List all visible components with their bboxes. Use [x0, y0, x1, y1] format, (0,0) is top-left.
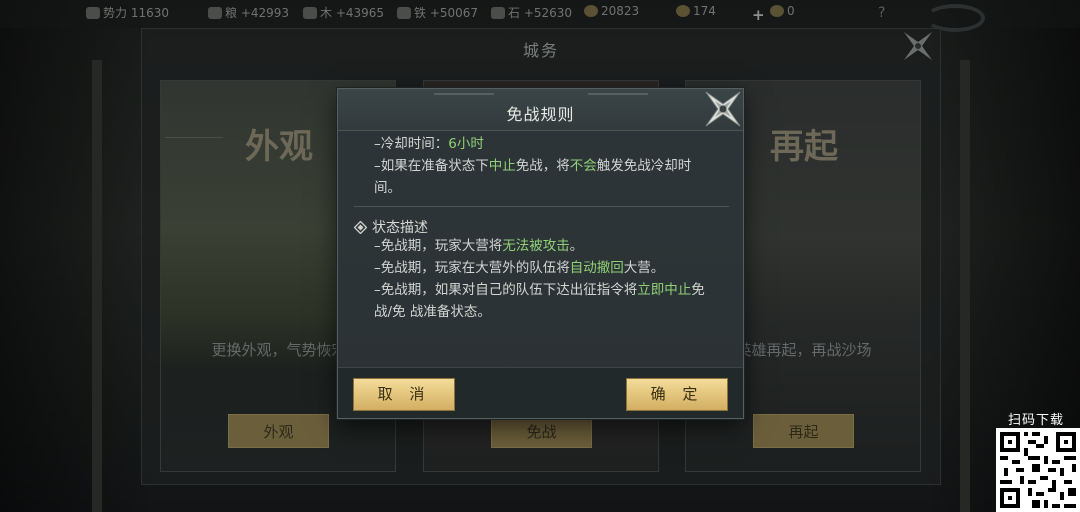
resource-iron-value: 铁 +50067 — [414, 6, 479, 20]
copper-stat[interactable]: 20823 — [584, 4, 639, 18]
rule-text: 触发免战冷却时 — [596, 158, 692, 174]
status-text: 大营。 — [623, 260, 665, 276]
rule-line: 间。 — [374, 177, 401, 199]
jade-stat[interactable]: 174 — [676, 4, 716, 18]
truce-rules-dialog: 免战规则 –冷却时间：6小时 –如果在准备状态下中止免战，将不会触发免战冷却时 … — [337, 88, 744, 419]
cooldown-line: –冷却时间：6小时 — [374, 133, 484, 155]
rule-text: 间。 — [374, 180, 401, 196]
resource-stone-value: 石 +52630 — [508, 6, 573, 20]
status-highlight: 自动撤回 — [569, 260, 624, 276]
copper-value: 20823 — [601, 4, 640, 18]
grain-icon — [208, 6, 222, 19]
cooldown-label: –冷却时间： — [374, 136, 449, 152]
appearance-button[interactable]: 外观 — [228, 414, 329, 448]
background-pillar — [960, 60, 970, 512]
stone-icon — [491, 6, 505, 19]
truce-button[interactable]: 免战 — [491, 414, 592, 448]
status-highlight: 无法被攻击 — [502, 238, 570, 254]
dialog-footer: 取 消 确 定 — [338, 367, 743, 418]
gold-icon — [770, 5, 784, 17]
power-stat: 势力 11630 — [86, 4, 169, 21]
resource-bar: 势力 11630 粮 +42993 木 +43965 铁 +50067 石 +5… — [0, 0, 1080, 32]
jade-icon — [676, 5, 690, 17]
dialog-title: 免战规则 — [506, 105, 575, 124]
power-icon — [86, 6, 100, 19]
resource-food[interactable]: 粮 +42993 — [208, 4, 289, 21]
resource-wood[interactable]: 木 +43965 — [303, 4, 384, 21]
iron-icon — [397, 6, 411, 19]
section-title: 状态描述 — [372, 220, 428, 236]
status-text: 免 — [691, 282, 705, 298]
gold-value: 0 — [787, 4, 795, 18]
power-value: 势力 11630 — [103, 6, 169, 20]
cooldown-value: 6小时 — [448, 136, 484, 152]
qr-download-label: 扫码下载 — [1008, 413, 1065, 428]
rules-content: –冷却时间：6小时 –如果在准备状态下中止免战，将不会触发免战冷却时 间。 状态… — [353, 133, 729, 355]
diamond-bullet-icon — [353, 220, 368, 234]
rule-line: –如果在准备状态下中止免战，将不会触发免战冷却时 — [374, 155, 691, 177]
city-affairs-title: 城务 — [522, 41, 559, 60]
gold-stat[interactable]: 0 — [770, 4, 795, 18]
qr-code[interactable] — [996, 428, 1080, 512]
status-text: 。 — [569, 238, 584, 254]
rule-text: –如果在准备状态下 — [374, 158, 489, 174]
status-line: –免战期，玩家在大营外的队伍将自动撤回大营。 — [374, 257, 664, 279]
status-section-heading: 状态描述 — [353, 217, 428, 237]
status-line: –免战期，如果对自己的队伍下达出征指令将立即中止免 — [374, 279, 705, 301]
rule-text: 免战，将 — [515, 158, 570, 174]
rule-highlight: 中止 — [488, 158, 516, 174]
city-close-icon[interactable] — [898, 26, 938, 66]
status-line: 战/免 战准备状态。 — [374, 301, 491, 323]
resource-stone[interactable]: 石 +52630 — [491, 4, 572, 21]
resource-iron[interactable]: 铁 +50067 — [397, 4, 478, 21]
dialog-header: 免战规则 — [338, 89, 743, 131]
copper-coin-icon — [584, 5, 598, 17]
status-text: 战/免 战准备状态。 — [374, 304, 491, 320]
cancel-button[interactable]: 取 消 — [353, 378, 455, 411]
background-pillar — [92, 60, 102, 512]
status-text: –免战期，如果对自己的队伍下达出征指令将 — [374, 282, 638, 298]
rebuild-button[interactable]: 再起 — [753, 414, 854, 448]
status-highlight: 立即中止 — [637, 282, 692, 298]
status-text: –免战期，玩家大营将 — [374, 238, 503, 254]
close-icon[interactable] — [703, 89, 743, 129]
section-divider — [354, 206, 729, 207]
resource-wood-value: 木 +43965 — [320, 6, 385, 20]
jade-value: 174 — [693, 4, 716, 18]
rule-highlight: 不会 — [569, 158, 597, 174]
help-icon[interactable]: ? — [878, 5, 894, 21]
status-text: –免战期，玩家在大营外的队伍将 — [374, 260, 570, 276]
recharge-plus-button[interactable]: + — [752, 6, 765, 24]
confirm-button[interactable]: 确 定 — [626, 378, 728, 411]
status-line: –免战期，玩家大营将无法被攻击。 — [374, 235, 583, 257]
timber-icon — [303, 6, 317, 19]
resource-food-value: 粮 +42993 — [225, 6, 290, 20]
